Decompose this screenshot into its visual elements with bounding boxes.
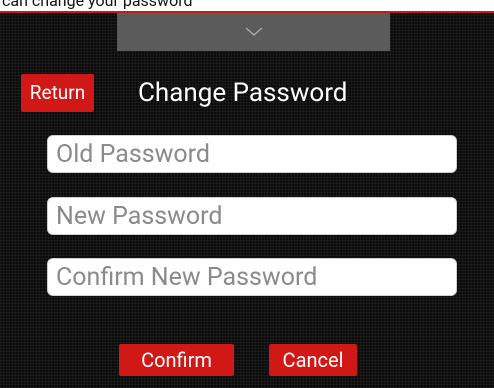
cancel-button[interactable]: Cancel bbox=[269, 344, 357, 376]
confirm-button[interactable]: Confirm bbox=[119, 344, 234, 376]
page-title: Change Password bbox=[138, 78, 348, 108]
caption-text: can change your password bbox=[2, 0, 193, 10]
confirm-password-field[interactable] bbox=[47, 258, 457, 296]
device-screen: Return Change Password Confirm Cancel bbox=[0, 13, 494, 388]
old-password-field[interactable] bbox=[47, 135, 457, 173]
chevron-down-icon bbox=[245, 27, 263, 37]
new-password-field[interactable] bbox=[47, 197, 457, 235]
pull-down-tab[interactable] bbox=[117, 13, 390, 51]
return-button[interactable]: Return bbox=[21, 74, 94, 112]
